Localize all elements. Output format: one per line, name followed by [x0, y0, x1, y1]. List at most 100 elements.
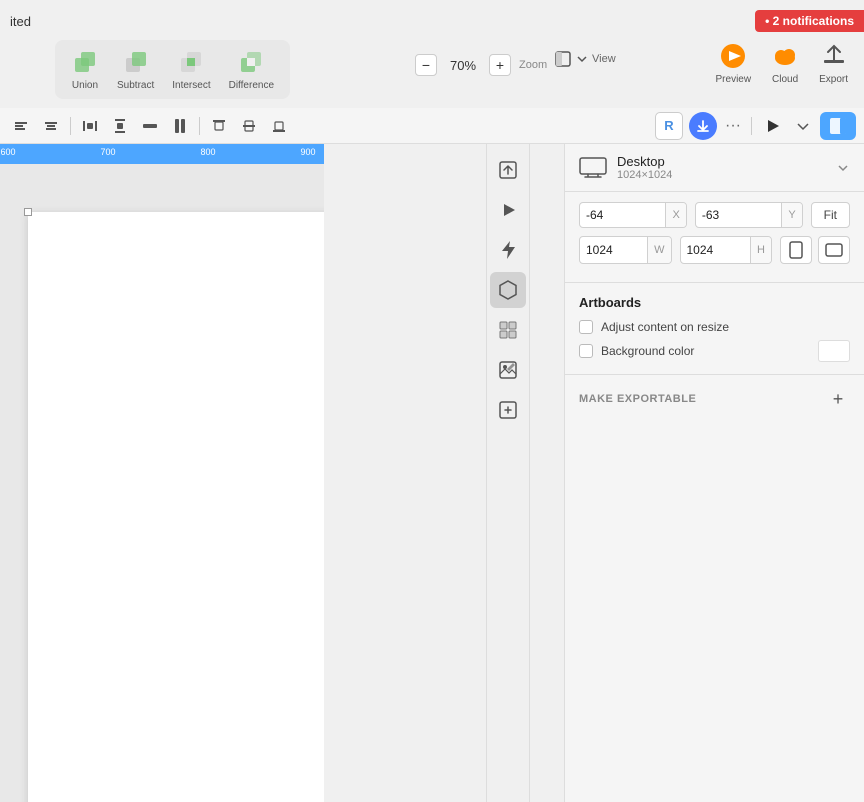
preview-label: Preview — [716, 74, 752, 85]
background-color-checkbox[interactable] — [579, 344, 593, 358]
device-size: 1024×1024 — [617, 169, 672, 181]
panel-toggle-icon — [828, 116, 848, 136]
zoom-controls: − 70% + Zoom — [415, 54, 547, 76]
panel-image-add-icon[interactable] — [490, 392, 526, 428]
sketch-panel-button[interactable] — [820, 112, 856, 140]
intersect-button[interactable]: Intersect — [164, 44, 218, 95]
cloud-icon — [771, 42, 799, 70]
x-label: X — [665, 203, 685, 227]
right-toolbar: Preview Cloud Export — [710, 38, 854, 89]
expand-button[interactable] — [792, 115, 814, 137]
union-button[interactable]: Union — [63, 44, 107, 95]
add-exportable-button[interactable]: + — [826, 387, 850, 411]
subtract-button[interactable]: Subtract — [109, 44, 162, 95]
cloud-button[interactable]: Cloud — [765, 38, 805, 89]
device-selector-chevron — [836, 161, 850, 175]
panel-hexagon-icon[interactable] — [490, 272, 526, 308]
zoom-out-button[interactable]: − — [415, 54, 437, 76]
union-label: Union — [72, 80, 98, 91]
difference-button[interactable]: Difference — [221, 44, 282, 95]
distribute-h-icon[interactable] — [77, 113, 103, 139]
difference-label: Difference — [229, 80, 274, 91]
x-field[interactable]: X — [579, 202, 687, 228]
intersect-label: Intersect — [172, 80, 210, 91]
ruler-900: 900 — [300, 147, 315, 157]
y-field[interactable]: Y — [695, 202, 803, 228]
preview-button[interactable]: Preview — [710, 38, 758, 89]
zoom-in-button[interactable]: + — [489, 54, 511, 76]
background-color-label: Background color — [601, 344, 694, 358]
orientation-buttons — [780, 236, 850, 264]
align-distribute-2[interactable] — [137, 113, 163, 139]
position-section: X Y Fit W H — [565, 192, 864, 283]
xy-row: X Y Fit — [579, 202, 850, 228]
x-input[interactable] — [580, 203, 665, 227]
download-button[interactable] — [689, 112, 717, 140]
panel-grid-icon[interactable] — [490, 312, 526, 348]
align-center-icon[interactable] — [38, 113, 64, 139]
more-options-button[interactable]: ··· — [723, 116, 743, 136]
expand-icon — [796, 119, 810, 133]
adjust-content-row: Adjust content on resize — [579, 320, 850, 334]
panel-upload-icon[interactable] — [490, 152, 526, 188]
device-selector[interactable]: Desktop 1024×1024 — [565, 144, 864, 192]
document-title: ited — [10, 14, 31, 29]
w-field[interactable]: W — [579, 236, 672, 264]
subtract-label: Subtract — [117, 80, 154, 91]
notifications-badge[interactable]: • 2 notifications — [755, 10, 864, 32]
toolbar-divider-3 — [751, 117, 752, 135]
fit-button[interactable]: Fit — [811, 202, 850, 228]
runner-button[interactable]: R — [655, 112, 683, 140]
portrait-icon — [788, 241, 804, 259]
y-label: Y — [781, 203, 801, 227]
ruler-800: 800 — [200, 147, 215, 157]
ruler-700: 700 — [100, 147, 115, 157]
zoom-label: Zoom — [519, 59, 547, 71]
play-button[interactable] — [760, 113, 786, 139]
adjust-content-checkbox[interactable] — [579, 320, 593, 334]
align-distribute-3[interactable] — [167, 113, 193, 139]
h-label: H — [750, 237, 771, 263]
export-button[interactable]: Export — [813, 38, 854, 89]
export-icon — [820, 42, 848, 70]
view-label: View — [592, 53, 616, 65]
panel-lightning-icon[interactable] — [490, 232, 526, 268]
panel-play-icon[interactable] — [490, 192, 526, 228]
landscape-button[interactable] — [818, 236, 850, 264]
distribute-v-icon[interactable] — [107, 113, 133, 139]
adjust-content-label: Adjust content on resize — [601, 320, 729, 334]
wh-row: W H — [579, 236, 850, 264]
preview-icon — [719, 42, 747, 70]
panel-image-edit-icon[interactable] — [490, 352, 526, 388]
view-icon — [554, 50, 572, 68]
desktop-device-icon — [579, 157, 607, 179]
canvas-area[interactable]: 600 700 800 900 1,000 — [0, 144, 324, 802]
w-label: W — [647, 237, 670, 263]
background-color-row: Background color — [579, 340, 850, 362]
right-panel: Desktop 1024×1024 X Y Fit W — [564, 144, 864, 802]
ruler-600: 600 — [0, 147, 15, 157]
middle-align-icon[interactable] — [236, 113, 262, 139]
artboards-section: Artboards Adjust content on resize Backg… — [565, 283, 864, 375]
corner-handle-tl — [24, 208, 32, 216]
y-input[interactable] — [696, 203, 781, 227]
align-left-icon[interactable] — [8, 113, 34, 139]
color-swatch[interactable] — [818, 340, 850, 362]
device-name: Desktop — [617, 154, 672, 169]
view-button[interactable]: View — [548, 46, 622, 72]
h-field[interactable]: H — [680, 236, 773, 264]
artboard[interactable] — [28, 212, 324, 802]
h-input[interactable] — [681, 238, 751, 262]
top-align-icon[interactable] — [206, 113, 232, 139]
toolbar-divider-2 — [199, 117, 200, 135]
bottom-align-icon[interactable] — [266, 113, 292, 139]
ruler-horizontal: 600 700 800 900 1,000 — [0, 144, 324, 164]
portrait-button[interactable] — [780, 236, 812, 264]
w-input[interactable] — [580, 238, 647, 262]
zoom-value: 70% — [443, 58, 483, 73]
play-icon — [764, 117, 782, 135]
exportable-title: MAKE EXPORTABLE — [579, 393, 696, 405]
artboards-title: Artboards — [579, 295, 850, 310]
exportable-section: MAKE EXPORTABLE + — [565, 375, 864, 423]
boolean-ops-toolbar: Union Subtract Intersect Difference — [55, 40, 290, 99]
